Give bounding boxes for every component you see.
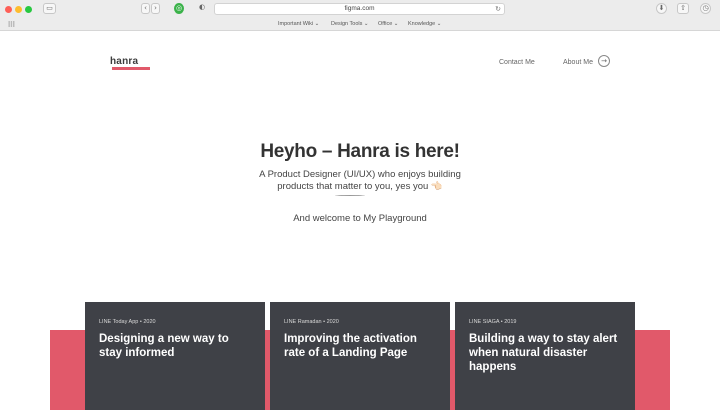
forward-button[interactable]: › [151, 3, 160, 14]
matter-underline [335, 194, 365, 196]
project-title: Improving the activation rate of a Landi… [284, 333, 417, 359]
bookmarks-bar: Important Wiki ⌄ Design Tools ⌄ Office ⌄… [0, 18, 720, 31]
grid-icon[interactable] [8, 21, 15, 27]
sidebar-toggle-icon[interactable]: ▭ [43, 3, 56, 14]
close-window-button[interactable] [5, 6, 12, 13]
hero-welcome: And welcome to My Playground [293, 213, 427, 224]
history-icon[interactable]: ◷ [700, 3, 711, 14]
project-card-line-siaga[interactable]: LINE SIAGA • 2019 Building a way to stay… [455, 302, 635, 410]
hero-subtitle-line-1: A Product Designer (UI/UX) who enjoys bu… [259, 169, 461, 180]
extension-icon[interactable]: ◎ [174, 3, 184, 14]
bookmark-office[interactable]: Office ⌄ [378, 21, 398, 27]
project-tag: LINE Today App • 2020 [99, 319, 156, 325]
project-title: Designing a new way to stay informed [99, 333, 229, 359]
project-tag: LINE Ramadan • 2020 [284, 319, 339, 325]
url-text: figma.com [344, 5, 375, 12]
minimize-window-button[interactable] [15, 6, 22, 13]
hero-subtitle: A Product Designer (UI/UX) who enjoys bu… [240, 169, 480, 193]
back-button[interactable]: ‹ [141, 3, 150, 14]
contact-me-link[interactable]: Contact Me [499, 59, 535, 66]
bookmark-design-tools[interactable]: Design Tools ⌄ [331, 21, 369, 27]
site-logo[interactable]: hanra [110, 56, 138, 67]
hero-title: Heyho – Hanra is here! [260, 141, 460, 162]
project-card-line-today[interactable]: LINE Today App • 2020 Designing a new wa… [85, 302, 265, 410]
browser-toolbar: ▭ ‹ › ◎ ◐ figma.com ↻ ⬇ ⇧ ◷ Important Wi… [0, 0, 720, 31]
about-me-link[interactable]: About Me [563, 59, 593, 66]
web-page: hanra Contact Me About Me → Heyho – Hanr… [0, 32, 720, 410]
project-tag: LINE SIAGA • 2019 [469, 319, 517, 325]
project-card-line-ramadan[interactable]: LINE Ramadan • 2020 Improving the activa… [270, 302, 450, 410]
arrow-right-icon[interactable]: → [598, 55, 610, 67]
project-title: Building a way to stay alert when natura… [469, 333, 618, 373]
address-bar[interactable]: figma.com ↻ [214, 3, 505, 15]
zoom-window-button[interactable] [25, 6, 32, 13]
reload-icon[interactable]: ↻ [495, 5, 501, 13]
share-icon[interactable]: ⇧ [677, 3, 689, 14]
logo-highlight [112, 67, 150, 70]
hero-subtitle-line-2: products that matter to you, yes you 👈🏻 [277, 181, 443, 192]
bookmark-knowledge[interactable]: Knowledge ⌄ [408, 21, 441, 27]
privacy-shield-icon[interactable]: ◐ [197, 3, 207, 14]
bookmark-important-wiki[interactable]: Important Wiki ⌄ [278, 21, 319, 27]
download-icon[interactable]: ⬇ [656, 3, 667, 14]
